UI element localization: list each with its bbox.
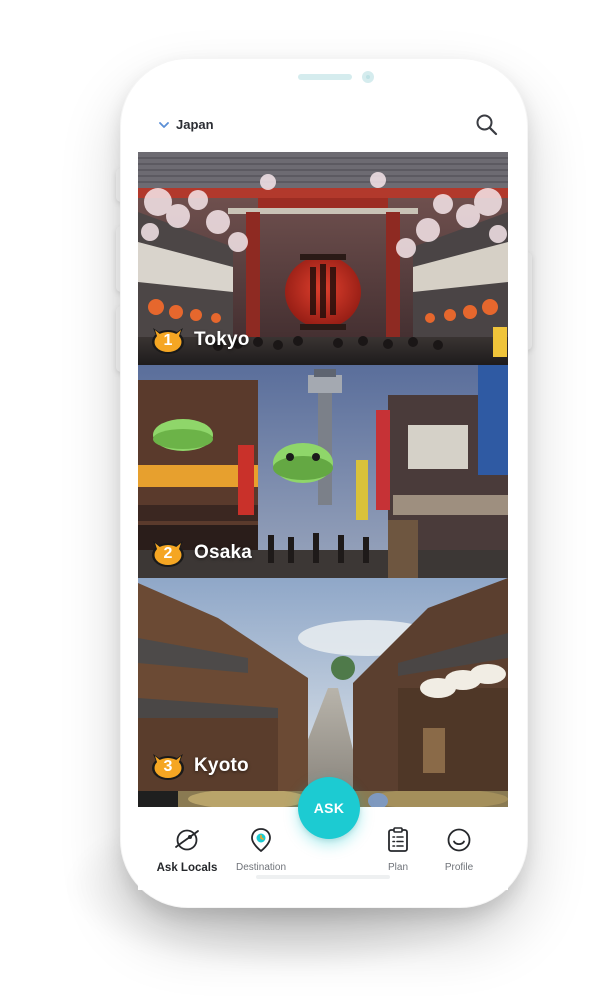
mockup-stage: Japan 1 Tokyo 2 Osaka 3 Kyoto Ask Locals… [0,0,595,1005]
city-rank: 3 [163,758,173,775]
country-selector[interactable]: Japan [158,117,214,132]
city-name: Tokyo [194,329,250,350]
nav-plan[interactable]: Plan [363,826,433,873]
checklist-icon [388,827,408,852]
city-name: Osaka [194,542,253,563]
city-rank: 1 [163,332,173,349]
city-name: Kyoto [194,755,249,776]
nav-label: Ask Locals [156,862,218,874]
speaker-grille [298,74,352,80]
nav-label: Plan [387,862,408,873]
cat-face-badge-icon: 1 [150,325,186,355]
city-card-osaka[interactable]: 2 Osaka [138,365,508,578]
city-tag: 1 Tokyo [150,325,250,355]
nav-profile[interactable]: Profile [424,826,494,873]
city-tag: 3 Kyoto [150,751,249,781]
chevron-down-icon [159,121,169,128]
map-pin-icon [251,828,271,852]
search-icon[interactable] [474,112,500,138]
city-tag: 2 Osaka [150,538,252,568]
country-label: Japan [176,117,214,132]
cat-face-badge-icon: 3 [150,751,186,781]
home-indicator [256,875,390,879]
nav-label: Destination [235,862,287,873]
smiley-icon [447,828,471,852]
ask-button[interactable]: ASK [298,777,360,839]
planet-icon [175,829,199,851]
nav-ask-locals[interactable]: Ask Locals [152,826,222,874]
front-camera [362,71,374,83]
nav-destination[interactable]: Destination [226,826,296,873]
app-header: Japan [138,108,508,148]
nav-label: Profile [444,862,474,873]
city-card-tokyo[interactable]: 1 Tokyo [138,152,508,365]
city-list: 1 Tokyo 2 Osaka 3 Kyoto [138,152,508,807]
city-rank: 2 [163,545,173,562]
cat-face-badge-icon: 2 [150,538,186,568]
city-card-kyoto[interactable]: 3 Kyoto [138,578,508,791]
